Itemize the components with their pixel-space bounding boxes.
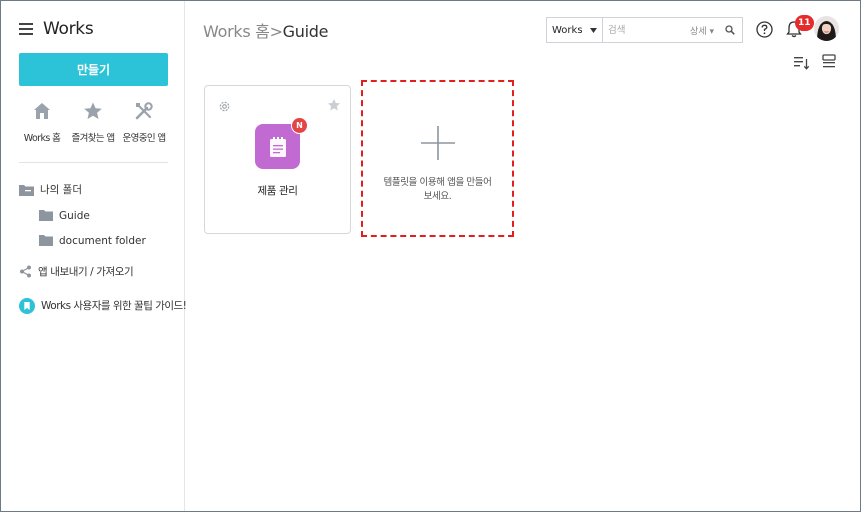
folder-icon	[19, 184, 34, 196]
sidebar: Works 만들기 Works 홈 즐겨찾는 앱 운영중인 앱 나의 폴더 Gu…	[1, 1, 187, 511]
tips-guide-link[interactable]: Works 사용자를 위한 꿀팁 가이드!	[19, 297, 187, 314]
quick-menu: Works 홈 즐겨찾는 앱 운영중인 앱	[17, 101, 169, 145]
help-button[interactable]	[756, 21, 773, 42]
notification-badge: 11	[795, 15, 814, 31]
breadcrumb-current: Guide	[282, 22, 329, 41]
settings-gear-icon[interactable]	[218, 98, 231, 117]
quick-label-home: Works 홈	[23, 133, 61, 144]
search-detail-toggle[interactable]: 상세 ▾	[690, 24, 714, 37]
folder-my-folders[interactable]: 나의 폴더	[19, 181, 82, 198]
help-icon	[756, 21, 773, 38]
export-label: 앱 내보내기 / 가져오기	[38, 266, 134, 278]
share-icon	[19, 265, 32, 278]
avatar[interactable]	[814, 16, 839, 41]
tools-icon	[135, 102, 153, 120]
search-icon	[725, 25, 735, 35]
add-app-hint-line1: 템플릿을 이용해 앱을 만들어	[383, 177, 492, 188]
folder-label-root: 나의 폴더	[40, 184, 82, 196]
app-name: 제품 관리	[257, 185, 298, 197]
add-app-card[interactable]: 템플릿을 이용해 앱을 만들어 보세요.	[361, 80, 514, 237]
user-avatar-image	[814, 16, 839, 41]
search-button[interactable]	[722, 25, 738, 35]
sort-button[interactable]	[794, 55, 810, 74]
folder-guide[interactable]: Guide	[39, 207, 90, 224]
guide-label: Works 사용자를 위한 꿀팁 가이드!	[41, 300, 187, 312]
quick-label-favorites: 즐겨찾는 앱	[71, 133, 115, 144]
quick-item-operating[interactable]: 운영중인 앱	[119, 101, 169, 145]
view-toggle-button[interactable]	[822, 54, 836, 74]
bookmark-icon	[19, 297, 35, 314]
list-view-icon	[822, 54, 836, 68]
add-app-hint-line2: 보세요.	[423, 191, 452, 202]
app-card[interactable]: N 제품 관리	[204, 85, 351, 234]
folder-icon	[39, 235, 53, 246]
folder-label-document: document folder	[59, 234, 146, 247]
quick-label-operating: 운영중인 앱	[122, 133, 166, 144]
sort-icon	[794, 57, 810, 70]
quick-item-works-home[interactable]: Works 홈	[17, 101, 67, 145]
breadcrumb-separator: >	[269, 22, 283, 41]
create-button[interactable]: 만들기	[19, 53, 168, 86]
favorite-star-icon[interactable]	[327, 97, 341, 116]
folder-icon	[39, 210, 53, 221]
notepad-icon	[269, 136, 286, 157]
sidebar-divider	[19, 162, 168, 163]
hamburger-menu-icon[interactable]	[19, 23, 33, 35]
add-app-hint: 템플릿을 이용해 앱을 만들어 보세요.	[363, 176, 512, 204]
export-import-link[interactable]: 앱 내보내기 / 가져오기	[19, 263, 134, 280]
plus-icon	[421, 126, 455, 160]
home-icon	[34, 103, 50, 119]
search-scope-select[interactable]: Works	[547, 18, 603, 42]
quick-item-favorites[interactable]: 즐겨찾는 앱	[68, 101, 118, 145]
breadcrumb-home[interactable]: Works 홈	[203, 22, 270, 41]
new-badge: N	[291, 117, 308, 134]
search-bar: Works 상세 ▾	[546, 17, 743, 43]
star-icon	[84, 102, 102, 119]
search-scope-label: Works	[552, 24, 583, 36]
app-title: Works	[43, 19, 94, 39]
folder-label-guide: Guide	[59, 209, 90, 222]
breadcrumb: Works 홈>Guide	[203, 18, 328, 42]
folder-document[interactable]: document folder	[39, 232, 146, 249]
search-input[interactable]	[603, 18, 691, 42]
sidebar-brand: Works	[19, 19, 94, 39]
search-detail-label: 상세	[690, 26, 707, 37]
caret-down-icon	[590, 27, 597, 33]
